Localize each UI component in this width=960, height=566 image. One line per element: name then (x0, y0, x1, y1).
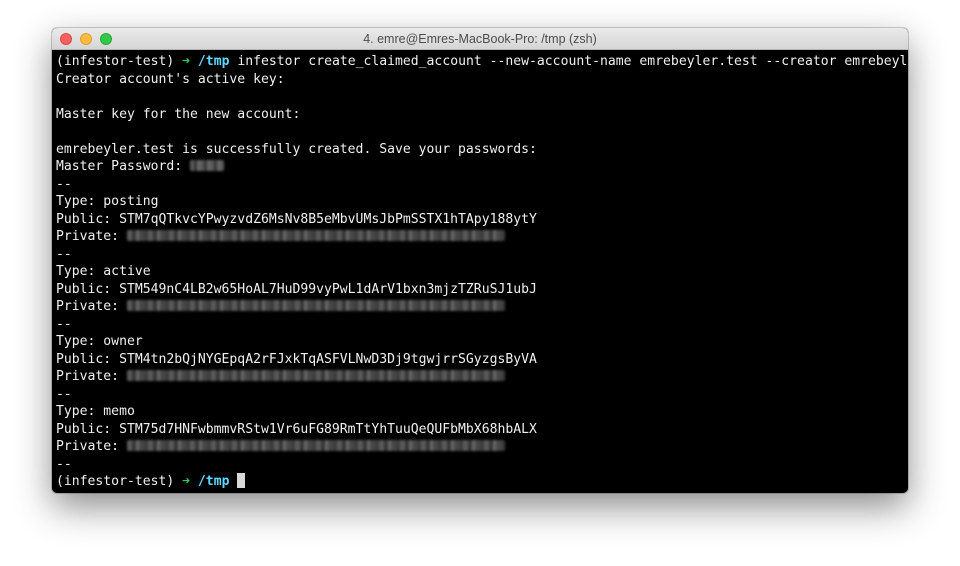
private-label: Private: (56, 439, 120, 454)
key-type-active: Type: active (56, 264, 151, 279)
prompt-cwd: /tmp (197, 474, 230, 489)
public-key-active: Public: STM549nC4LB2w65HoAL7HuD99vyPwL1d… (56, 281, 537, 297)
prompt-cwd: /tmp (197, 54, 230, 69)
prompt-arrow-icon: ➜ (182, 474, 191, 489)
private-key-active: Private: (56, 298, 908, 316)
master-key-prompt: Master key for the new account: (56, 106, 301, 122)
public-key-memo: Public: STM75d7HNFwbmmvRStw1Vr6uFG89RmTt… (56, 421, 537, 437)
key-type-memo: Type: memo (56, 404, 135, 419)
master-password-label: Master Password: (56, 159, 183, 174)
key-type-owner: Type: owner (56, 334, 143, 349)
separator: -- (56, 246, 72, 262)
text-cursor (237, 473, 246, 488)
command-line: (infestor-test) ➜ /tmp infestor create_c… (56, 53, 908, 71)
key-type-posting: Type: posting (56, 194, 159, 209)
private-label: Private: (56, 369, 120, 384)
separator: -- (56, 176, 72, 192)
redacted-private-key (126, 440, 505, 451)
private-label: Private: (56, 229, 120, 244)
current-prompt-line[interactable]: (infestor-test) ➜ /tmp (56, 473, 908, 491)
title-bar: 4. emre@Emres-MacBook-Pro: /tmp (zsh) (52, 28, 908, 50)
separator: -- (56, 386, 72, 402)
command-text: infestor create_claimed_account --new-ac… (237, 54, 908, 69)
prompt-env: (infestor-test) (56, 54, 175, 69)
redacted-private-key (126, 370, 505, 381)
private-key-memo: Private: (56, 438, 908, 456)
redacted-private-key (126, 300, 505, 311)
separator: -- (56, 316, 72, 332)
prompt-env: (infestor-test) (56, 474, 175, 489)
prompt-arrow-icon: ➜ (182, 54, 191, 69)
private-key-owner: Private: (56, 368, 908, 386)
private-label: Private: (56, 299, 120, 314)
redacted-private-key (126, 230, 505, 241)
master-password-line: Master Password: (56, 158, 908, 176)
terminal-window: 4. emre@Emres-MacBook-Pro: /tmp (zsh) (i… (52, 28, 908, 493)
terminal-output[interactable]: (infestor-test) ➜ /tmp infestor create_c… (52, 50, 908, 491)
creator-key-prompt: Creator account's active key: (56, 71, 285, 87)
redacted-master-password (190, 160, 225, 171)
public-key-posting: Public: STM7qQTkvcYPwyzvdZ6MsNv8B5eMbvUM… (56, 211, 537, 227)
window-title: 4. emre@Emres-MacBook-Pro: /tmp (zsh) (363, 32, 597, 46)
private-key-posting: Private: (56, 228, 908, 246)
success-message: emrebeyler.test is successfully created.… (56, 141, 537, 157)
separator: -- (56, 456, 72, 472)
public-key-owner: Public: STM4tn2bQjNYGEpqA2rFJxkTqASFVLNw… (56, 351, 537, 367)
